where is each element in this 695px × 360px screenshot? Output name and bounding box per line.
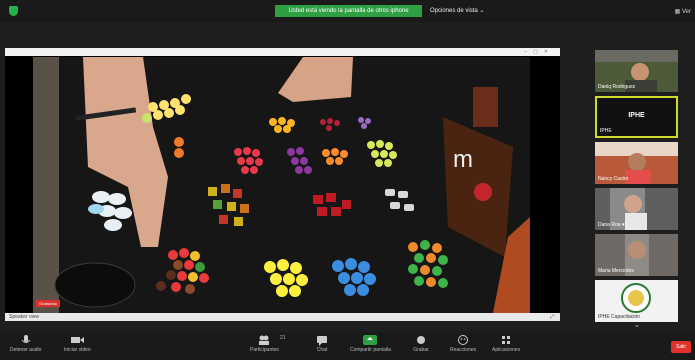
shared-video-frame: m bbox=[33, 57, 530, 313]
maximize-icon[interactable]: ⤢ bbox=[550, 314, 554, 320]
participant-name: Nancy Castro bbox=[598, 176, 629, 182]
participants-button[interactable]: Participantes bbox=[250, 334, 279, 353]
shared-status-text: Speaker view bbox=[9, 314, 40, 320]
gallery-next-icon[interactable]: ⌄ bbox=[628, 320, 646, 332]
participant-tile[interactable]: Nancy Castro bbox=[595, 142, 678, 184]
meeting-toolbar: Detener audio Iniciar video Participante… bbox=[0, 332, 695, 360]
participant-tile[interactable]: Dana Roa ♥ bbox=[595, 188, 678, 230]
participants-count: 21 bbox=[280, 335, 286, 341]
participants-label: Participantes bbox=[250, 347, 279, 353]
svg-text:m: m bbox=[453, 146, 473, 173]
participant-name: IPHE bbox=[600, 128, 612, 134]
shared-window-statusbar: Speaker view ⤢ bbox=[5, 313, 560, 321]
record-button[interactable]: Grabar bbox=[413, 334, 429, 353]
apps-button[interactable]: Aplicaciones bbox=[492, 334, 520, 353]
grid-icon: ▦ bbox=[674, 9, 681, 15]
view-options-label: Opciones de vista bbox=[430, 8, 478, 14]
shield-icon[interactable] bbox=[9, 6, 18, 16]
video-label: Iniciar video bbox=[64, 347, 91, 353]
chat-icon bbox=[317, 336, 327, 346]
participant-tile[interactable]: IPHE Capacitación bbox=[595, 280, 678, 322]
chat-button[interactable]: Chat bbox=[314, 334, 330, 353]
participant-tile-active[interactable]: IPHE IPHE bbox=[595, 96, 678, 138]
view-label: Ver bbox=[681, 9, 691, 15]
chevron-down-icon: ⌄ bbox=[479, 8, 485, 14]
video-button[interactable]: Iniciar video bbox=[64, 334, 91, 353]
recording-badge: Grabando bbox=[36, 300, 60, 307]
record-label: Grabar bbox=[413, 347, 429, 353]
leave-meeting-button[interactable]: Salir bbox=[671, 341, 691, 353]
video-camera-icon bbox=[71, 337, 85, 343]
share-screen-button[interactable]: Compartir pantalla bbox=[350, 334, 391, 353]
candy-table-photo: m bbox=[33, 57, 530, 313]
reactions-icon bbox=[458, 335, 469, 345]
view-options-button[interactable]: Opciones de vista ⌄ bbox=[430, 5, 484, 17]
share-banner: Usted está viendo la pantalla de otros i… bbox=[275, 5, 422, 17]
top-bar: Usted está viendo la pantalla de otros i… bbox=[0, 0, 695, 22]
chat-label: Chat bbox=[316, 347, 328, 353]
participant-name: Dana Roa ♥ bbox=[598, 222, 625, 228]
participant-initials: IPHE bbox=[628, 112, 645, 119]
participant-tile[interactable]: Maria Mercedes bbox=[595, 234, 678, 276]
participant-name: Maria Mercedes bbox=[598, 268, 634, 274]
participant-name: Daniq Rodriguez bbox=[598, 84, 636, 90]
mute-label: Detener audio bbox=[10, 347, 42, 353]
participants-icon bbox=[259, 335, 270, 345]
mute-button[interactable]: Detener audio bbox=[10, 334, 41, 353]
share-screen-icon bbox=[363, 335, 378, 345]
apps-icon bbox=[502, 336, 511, 344]
microphone-icon bbox=[21, 335, 31, 343]
shared-window-titlebar: –▢✕ bbox=[5, 48, 560, 56]
reactions-label: Reacciones bbox=[450, 347, 477, 353]
window-controls: –▢✕ bbox=[524, 49, 554, 55]
view-button[interactable]: ▦ Ver bbox=[675, 8, 691, 15]
participant-tile[interactable]: Daniq Rodriguez bbox=[595, 50, 678, 92]
record-icon bbox=[417, 336, 425, 344]
share-screen-label: Compartir pantalla bbox=[350, 347, 391, 353]
reactions-button[interactable]: Reacciones bbox=[450, 334, 476, 353]
apps-label: Aplicaciones bbox=[492, 347, 521, 353]
